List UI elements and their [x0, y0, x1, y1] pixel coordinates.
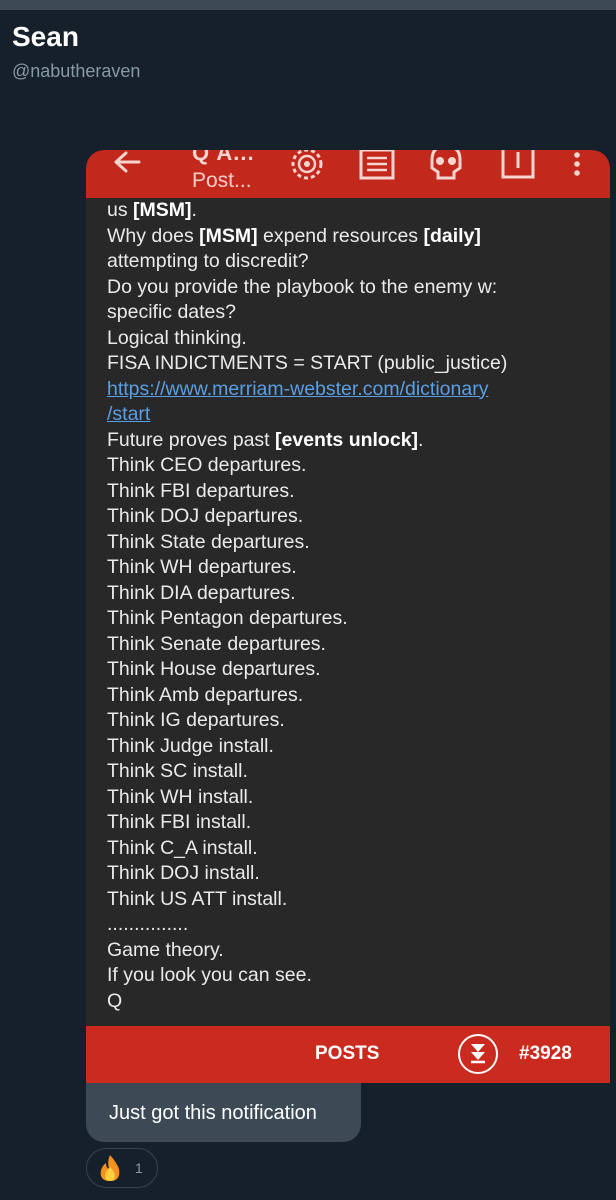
post-line: Think DIA departures. [107, 581, 607, 607]
post-text-segment: Think CEO departures. [107, 454, 307, 476]
post-line: Think CEO departures. [107, 453, 607, 479]
post-text-segment: expend resources [257, 224, 424, 247]
post-line: Think IG departures. [107, 708, 607, 734]
post-line: Think WH departures. [107, 555, 607, 581]
post-text-segment: Think House departures. [107, 658, 321, 680]
post-text-segment: Do you provide the playbook to the enemy… [107, 275, 498, 298]
post-text-segment: Think DOJ departures. [107, 505, 304, 527]
post-text-segment: Think Judge install. [107, 734, 274, 757]
post-text-segment: Think WH install. [107, 785, 254, 808]
back-arrow-icon [114, 151, 141, 173]
app-title: Q A... [192, 150, 255, 165]
post-line: Think State departures. [107, 530, 607, 556]
post-line: us [MSM]. [107, 198, 607, 224]
post-line: attempting to discredit? [107, 249, 607, 275]
post-text-segment: . [418, 428, 424, 451]
message-text: Just got this notification [109, 1102, 317, 1124]
post-text-segment: Think US ATT install. [107, 887, 288, 910]
reaction-count: 1 [135, 1160, 143, 1176]
post-text-segment: us [107, 199, 134, 221]
fire-icon [100, 1155, 120, 1181]
post-text-segment: Think Pentagon departures. [107, 607, 348, 629]
post-text-segment: Think State departures. [107, 530, 310, 553]
app-subtitle: Post... [192, 169, 252, 192]
post-line: Q [107, 989, 607, 1015]
post-line: specific dates? [107, 300, 607, 326]
sender-handle[interactable]: @nabutheraven [12, 60, 140, 82]
post-line: Think SC install. [107, 759, 607, 785]
post-line: If you look you can see. [107, 963, 607, 989]
post-line: Think US ATT install. [107, 887, 607, 913]
posts-label[interactable]: POSTS [315, 1043, 379, 1065]
post-line: https://www.merriam-webster.com/dictiona… [107, 377, 607, 403]
post-line: Think WH install. [107, 785, 607, 811]
post-line: Think FBI install. [107, 810, 607, 836]
reaction-pill[interactable]: 1 [86, 1148, 158, 1188]
post-text-segment: Think SC install. [107, 760, 248, 782]
post-text-segment: If you look you can see. [107, 964, 312, 986]
app-toolbar: Q A... Post... [86, 150, 610, 198]
post-text-segment: Think FBI install. [107, 811, 252, 833]
post-text-segment: specific dates? [107, 301, 236, 323]
post-line: Think C_A install. [107, 836, 607, 862]
post-text-segment: Think DOJ install. [107, 862, 260, 884]
post-body: us [MSM]. Why does [MSM] expend resources… [107, 198, 607, 1014]
post-text-segment: Q [107, 989, 123, 1012]
post-text-segment: . [191, 199, 197, 221]
post-text-segment: Think DIA departures. [107, 581, 296, 604]
post-text-segment: Think FBI departures. [107, 479, 295, 502]
post-text-segment: Why does [107, 224, 200, 247]
document-icon [359, 150, 395, 180]
post-line: Think FBI departures. [107, 479, 607, 505]
post-text-segment: FISA INDICTMENTS = START (public_justice… [107, 352, 508, 374]
post-text-segment: Logical thinking. [107, 326, 247, 349]
post-text-segment: Game theory. [107, 938, 224, 961]
post-line: Think DOJ departures. [107, 504, 607, 530]
post-line: /start [107, 402, 607, 428]
post-line: FISA INDICTMENTS = START (public_justice… [107, 351, 607, 377]
post-line: Think Senate departures. [107, 632, 607, 658]
scroll-down-icon[interactable] [458, 1034, 498, 1074]
post-line: Do you provide the playbook to the enemy… [107, 275, 607, 301]
post-text-segment: ............... [107, 913, 189, 935]
post-footer-bar: POSTS #3928 [86, 1026, 610, 1083]
post-text-segment: Think C_A install. [107, 836, 258, 859]
top-status-strip [0, 0, 616, 10]
post-line: Why does [MSM] expend resources [daily] [107, 224, 607, 250]
sender-name[interactable]: Sean [12, 20, 79, 54]
post-number: #3928 [519, 1043, 572, 1064]
skull-icon [430, 150, 462, 180]
post-line: Think DOJ install. [107, 861, 607, 887]
post-link[interactable]: /start [107, 403, 150, 425]
post-line: Future proves past [events unlock]. [107, 428, 607, 454]
post-bold-text: [events unlock] [275, 428, 419, 451]
shared-screenshot[interactable]: Q A... Post... us [MSM]. Why does [MSM] e… [86, 150, 610, 1083]
gear-icon [291, 150, 323, 180]
message-bubble[interactable]: Just got this notification [86, 1083, 361, 1142]
post-text-segment: Future proves past [107, 428, 275, 451]
post-text-segment: Think Amb departures. [107, 683, 304, 706]
post-line: Think Amb departures. [107, 683, 607, 709]
post-text-segment: Think WH departures. [107, 556, 297, 578]
post-line: Logical thinking. [107, 326, 607, 352]
post-line: ............... [107, 912, 607, 938]
post-bold-text: [MSM] [199, 224, 258, 247]
share-icon [501, 150, 535, 179]
post-bold-text: [MSM] [133, 199, 192, 221]
post-bold-text: [daily] [423, 224, 481, 247]
post-line: Think Judge install. [107, 734, 607, 760]
post-link[interactable]: https://www.merriam-webster.com/dictiona… [107, 378, 488, 400]
post-line: Think House departures. [107, 657, 607, 683]
more-vertical-icon [574, 152, 580, 176]
post-line: Think Pentagon departures. [107, 606, 607, 632]
post-text-segment: Think Senate departures. [107, 632, 326, 655]
post-line: Game theory. [107, 938, 607, 964]
post-text-segment: attempting to discredit? [107, 250, 309, 272]
post-text-segment: Think IG departures. [107, 709, 285, 731]
